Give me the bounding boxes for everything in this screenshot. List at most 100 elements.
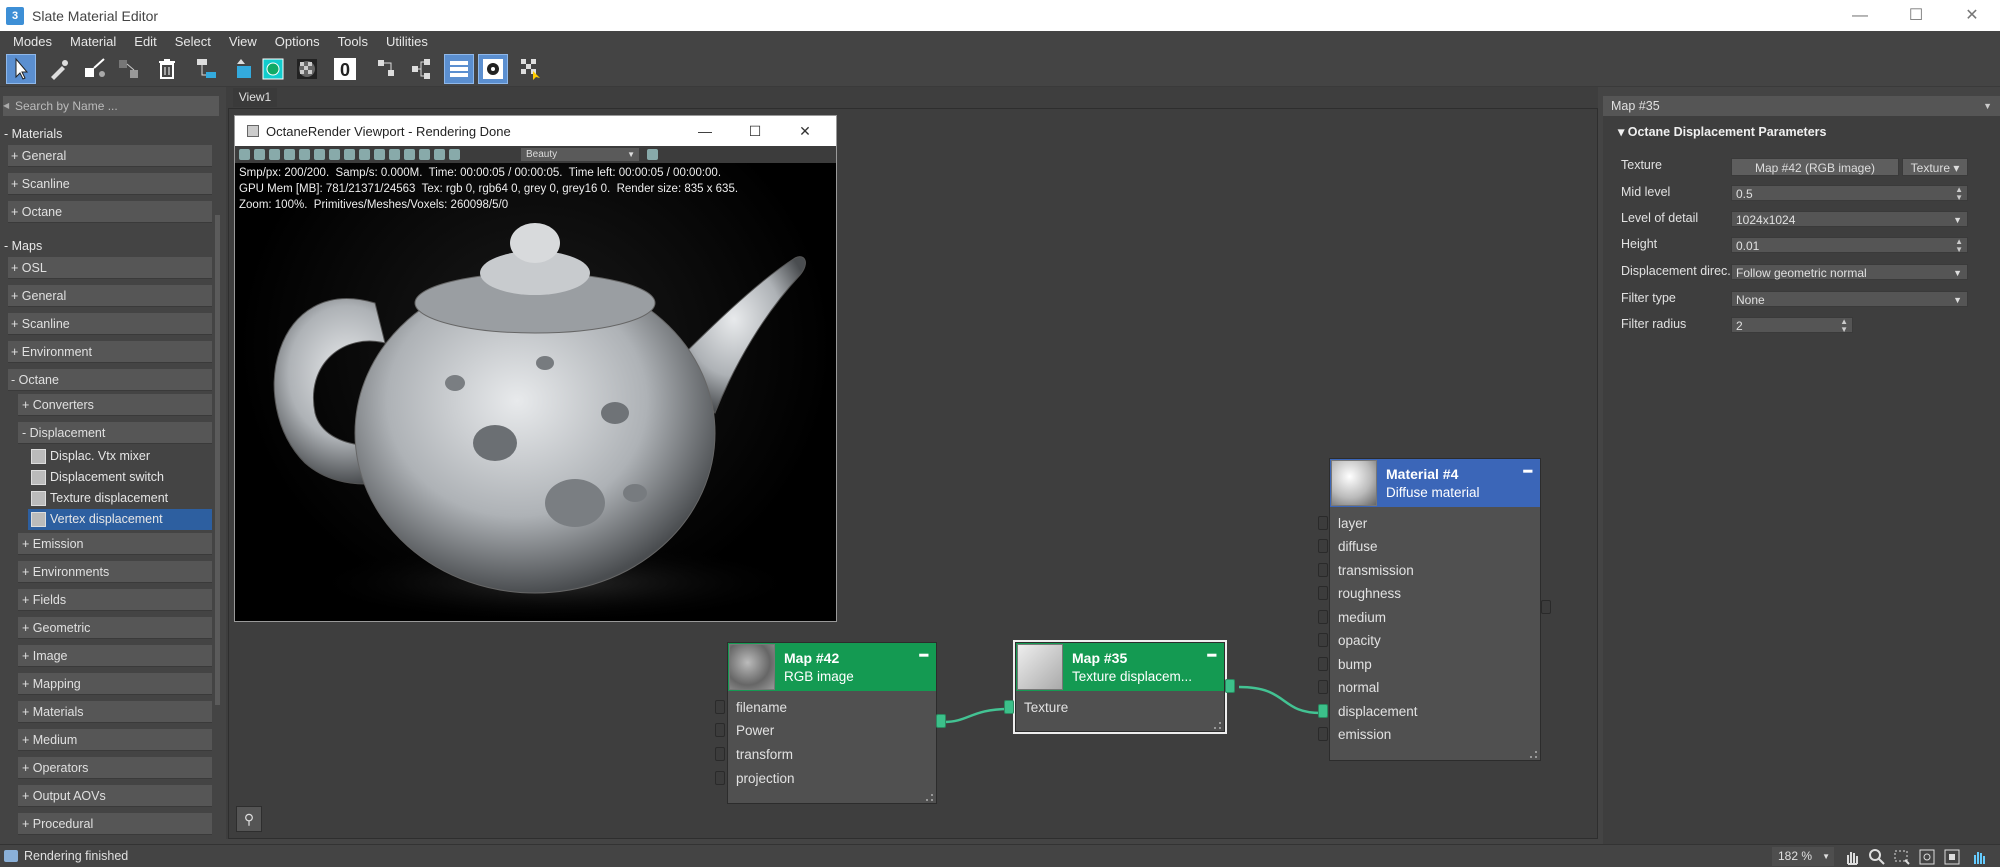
node-resize-handle[interactable] <box>926 794 933 801</box>
slot-diffuse[interactable]: diffuse <box>1338 539 1378 554</box>
octane-tool-icon[interactable] <box>269 149 280 160</box>
filter-radius-spinner[interactable]: 2 ▲ ▼ <box>1731 317 1853 334</box>
map-vertex-displacement[interactable]: Vertex displacement <box>28 509 212 530</box>
octane-tool-icon[interactable] <box>254 149 265 160</box>
parameter-editor-header[interactable]: Map #35 <box>1603 96 2000 116</box>
slot-power[interactable]: Power <box>736 723 774 738</box>
slot-medium[interactable]: medium <box>1338 610 1386 625</box>
map-displac-vtx-mixer[interactable]: Displac. Vtx mixer <box>28 446 212 467</box>
group-materials[interactable]: - Materials <box>4 123 214 145</box>
input-socket[interactable] <box>715 700 725 714</box>
octane-tool-icon[interactable] <box>314 149 325 160</box>
pause-icon[interactable] <box>299 149 310 160</box>
input-socket[interactable] <box>715 723 725 737</box>
hide-unused-slots-icon[interactable] <box>372 54 402 84</box>
output-socket[interactable] <box>1225 679 1235 693</box>
binoculars-icon[interactable]: ⚲ <box>236 806 262 832</box>
category-procedural[interactable]: + Procedural <box>18 813 212 835</box>
zoom-dropdown[interactable]: 182 % <box>1772 847 1834 866</box>
texture-map-button[interactable]: Map #42 (RGB image) <box>1731 158 1899 176</box>
slot-displacement[interactable]: displacement <box>1338 704 1418 719</box>
node-material-4[interactable]: Material #4 Diffuse material ━ layer dif… <box>1329 458 1541 761</box>
octane-tool-icon[interactable] <box>389 149 400 160</box>
maximize-button[interactable]: ☐ <box>1888 0 1944 31</box>
menu-utilities[interactable]: Utilities <box>377 34 437 49</box>
octane-close-button[interactable]: ✕ <box>780 116 830 146</box>
delete-icon[interactable] <box>152 54 182 84</box>
material-id-icon[interactable]: 0 <box>330 54 360 84</box>
navigator-icon[interactable] <box>478 54 508 84</box>
input-socket[interactable] <box>1318 680 1328 694</box>
category-geometric[interactable]: + Geometric <box>18 617 212 639</box>
slot-opacity[interactable]: opacity <box>1338 633 1381 648</box>
octane-tool-icon[interactable] <box>344 149 355 160</box>
category-output-aovs[interactable]: + Output AOVs <box>18 785 212 807</box>
minimize-node-button[interactable]: ━ <box>1524 463 1532 480</box>
menu-material[interactable]: Material <box>61 34 125 49</box>
category-octane[interactable]: - Octane <box>8 369 212 391</box>
node-header[interactable]: Material #4 Diffuse material ━ <box>1330 459 1540 507</box>
category-environments[interactable]: + Environments <box>18 561 212 583</box>
zoom-extents-selected-icon[interactable] <box>1943 848 1961 866</box>
rollout-displacement-params[interactable]: ▾ Octane Displacement Parameters <box>1608 122 1986 142</box>
node-header[interactable]: Map #35 Texture displacem... ━ <box>1016 643 1224 691</box>
category-osl[interactable]: + OSL <box>8 257 212 279</box>
input-socket[interactable] <box>1318 586 1328 600</box>
category-octane[interactable]: + Octane <box>8 201 212 223</box>
slot-normal[interactable]: normal <box>1338 680 1379 695</box>
menu-select[interactable]: Select <box>166 34 220 49</box>
input-socket[interactable] <box>1318 727 1328 741</box>
category-emission[interactable]: + Emission <box>18 533 212 555</box>
input-socket[interactable] <box>1318 539 1328 553</box>
octane-tool-icon[interactable] <box>359 149 370 160</box>
slot-bump[interactable]: bump <box>1338 657 1372 672</box>
move-children-icon[interactable] <box>114 54 144 84</box>
octane-tool-icon[interactable] <box>284 149 295 160</box>
menu-view[interactable]: View <box>220 34 266 49</box>
slot-emission[interactable]: emission <box>1338 727 1391 742</box>
minimize-button[interactable]: — <box>1832 0 1888 31</box>
input-socket[interactable] <box>1318 657 1328 671</box>
octane-title-bar[interactable]: OctaneRender Viewport - Rendering Done —… <box>235 116 836 146</box>
category-environment[interactable]: + Environment <box>8 341 212 363</box>
slot-layer[interactable]: layer <box>1338 516 1367 531</box>
mid-level-spinner[interactable]: 0.5 ▲ ▼ <box>1731 185 1968 202</box>
node-header[interactable]: Map #42 RGB image ━ <box>728 643 936 691</box>
category-displacement[interactable]: - Displacement <box>18 422 212 444</box>
menu-edit[interactable]: Edit <box>125 34 165 49</box>
layout-icon[interactable] <box>406 54 436 84</box>
input-socket[interactable] <box>1318 704 1328 718</box>
menu-tools[interactable]: Tools <box>329 34 377 49</box>
spinner-arrows-icon[interactable]: ▲ ▼ <box>1955 238 1963 254</box>
category-operators[interactable]: + Operators <box>18 757 212 779</box>
minimize-node-button[interactable]: ━ <box>920 647 928 664</box>
node-map-42[interactable]: Map #42 RGB image ━ filename Power trans… <box>727 642 937 804</box>
pick-material-icon[interactable] <box>80 54 110 84</box>
pan-hand-icon[interactable] <box>1843 848 1861 866</box>
input-socket[interactable] <box>715 747 725 761</box>
input-socket[interactable] <box>1318 563 1328 577</box>
pan-to-selected-icon[interactable] <box>1970 848 1988 866</box>
octane-tool-icon[interactable] <box>419 149 430 160</box>
octane-tool-icon[interactable] <box>329 149 340 160</box>
output-socket[interactable] <box>936 714 946 728</box>
zoom-icon[interactable] <box>1868 848 1886 866</box>
category-general[interactable]: + General <box>8 145 212 167</box>
height-spinner[interactable]: 0.01 ▲ ▼ <box>1731 237 1968 254</box>
search-input[interactable]: ◀ Search by Name ... <box>3 96 219 116</box>
minimize-node-button[interactable]: ━ <box>1208 647 1216 664</box>
input-socket[interactable] <box>1004 700 1014 714</box>
close-button[interactable]: ✕ <box>1944 0 2000 31</box>
menu-modes[interactable]: Modes <box>4 34 61 49</box>
displacement-direction-dropdown[interactable]: Follow geometric normal ▼ <box>1731 264 1968 280</box>
render-map-icon[interactable] <box>516 54 546 84</box>
octane-minimize-button[interactable]: — <box>680 116 730 146</box>
slot-roughness[interactable]: roughness <box>1338 586 1401 601</box>
render-pass-select[interactable]: Beauty <box>521 148 639 161</box>
node-map-35[interactable]: Map #35 Texture displacem... ━ Texture <box>1013 640 1227 734</box>
output-socket[interactable] <box>1541 600 1551 614</box>
collapse-icon[interactable]: ◀ <box>3 96 9 116</box>
category-general[interactable]: + General <box>8 285 212 307</box>
node-resize-handle[interactable] <box>1214 722 1221 729</box>
slot-transmission[interactable]: transmission <box>1338 563 1414 578</box>
